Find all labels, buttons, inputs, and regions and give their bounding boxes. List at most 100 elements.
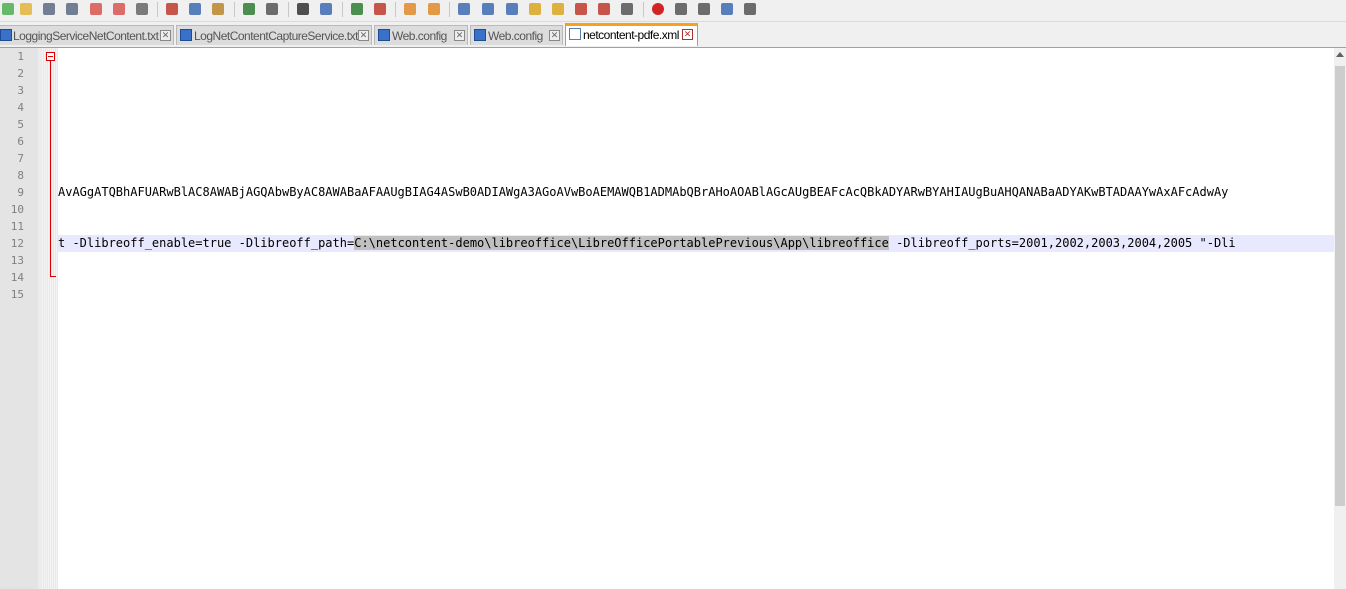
show-all-characters-button[interactable] [480,1,496,17]
folder-as-workspace-icon [598,3,610,15]
tab-log-netcontent-capture-service[interactable]: LogNetContentCaptureService.txt ✕ [176,25,372,45]
scroll-up-icon[interactable] [1336,52,1344,57]
line-number: 7 [17,152,24,165]
fold-collapse-icon[interactable] [46,52,55,61]
scrollbar-thumb[interactable] [1335,66,1345,506]
close-tab-icon[interactable]: ✕ [454,30,465,41]
line-number-gutter[interactable]: 1 2 3 4 5 6 7 8 9 10 11 12 13 14 15 [0,48,38,589]
paste-icon [212,3,224,15]
copy-button[interactable] [187,1,203,17]
copy-icon [189,3,201,15]
print-button[interactable] [134,1,150,17]
toolbar-separator [342,2,343,17]
replace-button[interactable] [318,1,334,17]
line-number: 5 [17,118,24,131]
save-button[interactable] [41,1,57,17]
monitoring-button[interactable] [619,1,635,17]
line-number: 15 [10,288,24,301]
line-number: 1 [17,50,24,63]
cut-button[interactable] [164,1,180,17]
tab-label: netcontent-pdfe.xml [583,28,679,42]
close-button[interactable] [88,1,104,17]
text-file-icon [180,29,192,41]
playback-macro-icon [698,3,710,15]
run-macro-multiple-button[interactable] [719,1,735,17]
line-number: 11 [10,220,24,233]
open-file-button[interactable] [18,1,34,17]
playback-macro-button[interactable] [696,1,712,17]
zoom-out-button[interactable] [372,1,388,17]
toolbar-separator [395,2,396,17]
redo-button[interactable] [264,1,280,17]
toolbar-separator [234,2,235,17]
toolbar-separator [643,2,644,17]
tab-netcontent-pdfe-xml[interactable]: netcontent-pdfe.xml ✕ [565,23,698,46]
tab-bar: LoggingServiceNetContent.txt ✕ LogNetCon… [0,22,1346,48]
tab-label: LoggingServiceNetContent.txt [13,29,159,43]
line-number: 8 [17,169,24,182]
indent-guide-icon [506,3,518,15]
fold-end-marker [50,276,56,277]
fold-range-line [50,61,51,276]
stop-recording-button[interactable] [673,1,689,17]
tab-logging-service-netcontent[interactable]: LoggingServiceNetContent.txt ✕ [0,25,174,45]
stop-recording-icon [675,3,687,15]
find-icon [297,3,309,15]
record-macro-button[interactable] [650,1,666,17]
indent-guide-button[interactable] [504,1,520,17]
toolbar-separator [157,2,158,17]
code-line-12: t -Dlibreoff_enable=true -Dlibreoff_path… [58,235,1334,252]
word-wrap-button[interactable] [456,1,472,17]
toolbar [0,0,1346,22]
document-map-button[interactable] [550,1,566,17]
line-number: 10 [10,203,24,216]
save-all-button[interactable] [64,1,80,17]
close-tab-icon[interactable]: ✕ [682,29,693,40]
new-file-button[interactable] [0,1,16,17]
text-file-icon [378,29,390,41]
tab-label: Web.config [392,29,447,43]
undo-icon [243,3,255,15]
cut-icon [166,3,178,15]
run-macro-multiple-icon [721,3,733,15]
toolbar-separator [288,2,289,17]
save-macro-button[interactable] [742,1,758,17]
paste-button[interactable] [210,1,226,17]
save-all-icon [66,3,78,15]
text-editor[interactable]: AvAGgATQBhAFUARwBlAC8AWABjAGQAbwByAC8AWA… [58,48,1334,589]
text-file-icon [474,29,486,41]
code-line-9: AvAGgATQBhAFUARwBlAC8AWABjAGQAbwByAC8AWA… [58,185,1229,199]
line-number: 14 [10,271,24,284]
function-list-icon [575,3,587,15]
save-icon [43,3,55,15]
close-all-button[interactable] [111,1,127,17]
sync-vertical-button[interactable] [402,1,418,17]
close-tab-icon[interactable]: ✕ [160,30,171,41]
selected-text: C:\netcontent-demo\libreoffice\LibreOffi… [354,236,889,250]
undo-button[interactable] [241,1,257,17]
close-tab-icon[interactable]: ✕ [358,30,369,41]
toolbar-separator [449,2,450,17]
zoom-in-icon [351,3,363,15]
print-icon [136,3,148,15]
save-macro-icon [744,3,756,15]
function-list-button[interactable] [573,1,589,17]
zoom-in-button[interactable] [349,1,365,17]
tab-web-config-2[interactable]: Web.config ✕ [470,25,563,45]
sync-horizontal-button[interactable] [426,1,442,17]
tab-label: LogNetContentCaptureService.txt [194,29,358,43]
user-language-button[interactable] [527,1,543,17]
close-tab-icon[interactable]: ✕ [549,30,560,41]
vertical-scrollbar[interactable] [1334,48,1346,589]
close-icon [90,3,102,15]
folder-as-workspace-button[interactable] [596,1,612,17]
line-number: 13 [10,254,24,267]
open-file-icon [20,3,32,15]
word-wrap-icon [458,3,470,15]
tab-web-config-1[interactable]: Web.config ✕ [374,25,468,45]
find-button[interactable] [295,1,311,17]
tab-label: Web.config [488,29,543,43]
line-number: 4 [17,101,24,114]
line-number: 3 [17,84,24,97]
document-map-icon [552,3,564,15]
